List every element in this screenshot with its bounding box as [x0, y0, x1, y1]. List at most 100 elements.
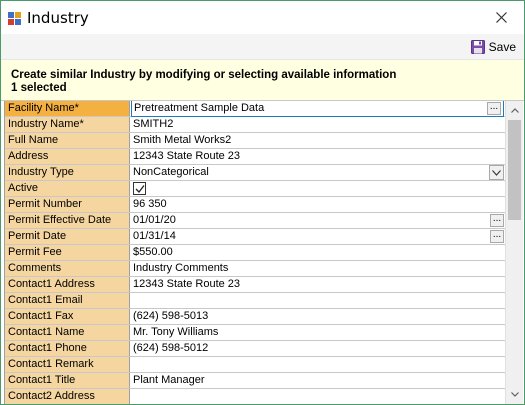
- chevron-down-icon: [492, 169, 501, 176]
- row-value-field[interactable]: [130, 389, 505, 404]
- scroll-up-button[interactable]: [506, 102, 524, 118]
- grid-row[interactable]: Contact1 Name Mr. Tony Williams: [5, 325, 505, 341]
- row-value-field[interactable]: [130, 357, 505, 372]
- grid-row[interactable]: Industry Name* SMITH2: [5, 117, 505, 133]
- row-label[interactable]: Contact1 Email: [5, 293, 130, 308]
- row-label[interactable]: Permit Number: [5, 197, 130, 212]
- toolbar: Save: [1, 34, 524, 59]
- scroll-thumb[interactable]: [508, 120, 521, 220]
- row-value-field[interactable]: Industry Comments: [130, 261, 505, 276]
- row-label[interactable]: Industry Type: [5, 165, 130, 180]
- grid-row[interactable]: Permit Date 01/31/14...: [5, 229, 505, 245]
- info-instruction: Create similar Industry by modifying or …: [11, 69, 397, 81]
- scroll-down-arrow-icon: [511, 391, 519, 397]
- row-value-text: 12343 State Route 23: [133, 278, 241, 290]
- save-disk-icon: [470, 39, 485, 54]
- row-value-text: 96 350: [133, 198, 167, 210]
- grid-row[interactable]: Contact1 Title Plant Manager: [5, 373, 505, 389]
- scroll-up-arrow-icon: [511, 107, 519, 113]
- row-value-field[interactable]: Smith Metal Works2: [130, 133, 505, 148]
- row-value-text: 12343 State Route 23: [133, 150, 241, 162]
- dropdown-button[interactable]: [489, 165, 504, 180]
- row-label[interactable]: Industry Name*: [5, 117, 130, 132]
- row-value-text: (624) 598-5012: [133, 342, 209, 354]
- save-label: Save: [488, 39, 516, 54]
- row-label[interactable]: Permit Date: [5, 229, 130, 244]
- row-value-text: (624) 598-5013: [133, 310, 209, 322]
- row-value-text: Industry Comments: [133, 262, 229, 274]
- row-value-text: Mr. Tony Williams: [133, 326, 219, 338]
- grid-row[interactable]: Contact1 Phone (624) 598-5012: [5, 341, 505, 357]
- ellipsis-icon: ...: [489, 101, 499, 112]
- grid-row[interactable]: Facility Name* Pretreatment Sample Data..…: [5, 101, 505, 117]
- row-value-field[interactable]: 01/31/14...: [130, 229, 505, 244]
- app-icon: [8, 12, 21, 25]
- row-label[interactable]: Contact2 Address: [5, 389, 130, 404]
- ellipsis-button[interactable]: ...: [487, 102, 501, 115]
- checkmark-icon: [135, 185, 145, 193]
- close-button[interactable]: [478, 1, 524, 33]
- row-value-text: Pretreatment Sample Data: [134, 102, 265, 114]
- row-value-text: $550.00: [133, 246, 173, 258]
- row-label[interactable]: Contact1 Name: [5, 325, 130, 340]
- row-value-field[interactable]: 12343 State Route 23: [130, 277, 505, 292]
- grid-row[interactable]: Contact2 Address: [5, 389, 505, 404]
- row-label[interactable]: Contact1 Fax: [5, 309, 130, 324]
- row-label[interactable]: Comments: [5, 261, 130, 276]
- row-value-text: 01/31/14: [133, 230, 176, 242]
- row-value-field[interactable]: [130, 181, 505, 196]
- row-value-text: Plant Manager: [133, 374, 205, 386]
- row-value-field[interactable]: 96 350: [130, 197, 505, 212]
- scroll-down-button[interactable]: [506, 386, 524, 402]
- row-value-field[interactable]: Pretreatment Sample Data...: [131, 101, 504, 117]
- grid-row[interactable]: Address 12343 State Route 23: [5, 149, 505, 165]
- row-label[interactable]: Contact1 Remark: [5, 357, 130, 372]
- row-label[interactable]: Contact1 Address: [5, 277, 130, 292]
- info-panel: Create similar Industry by modifying or …: [1, 59, 524, 101]
- window-title: Industry: [27, 9, 89, 27]
- active-checkbox[interactable]: [133, 182, 146, 195]
- grid-row[interactable]: Comments Industry Comments: [5, 261, 505, 277]
- grid-row[interactable]: Active: [5, 181, 505, 197]
- row-value-text: 01/01/20: [133, 214, 176, 226]
- save-button[interactable]: Save: [470, 37, 516, 56]
- row-value-field[interactable]: (624) 598-5013: [130, 309, 505, 324]
- title-bar[interactable]: Industry: [1, 1, 524, 34]
- row-value-field[interactable]: $550.00: [130, 245, 505, 260]
- ellipsis-icon: ...: [492, 229, 502, 240]
- ellipsis-button[interactable]: ...: [490, 230, 504, 243]
- row-value-text: NonCategorical: [133, 166, 209, 178]
- industry-dialog: Industry Save Create similar Industry by…: [0, 0, 525, 405]
- grid-row[interactable]: Industry Type NonCategorical: [5, 165, 505, 181]
- row-label[interactable]: Permit Effective Date: [5, 213, 130, 228]
- row-value-text: Smith Metal Works2: [133, 134, 232, 146]
- grid-row[interactable]: Permit Number 96 350: [5, 197, 505, 213]
- row-value-field[interactable]: Mr. Tony Williams: [130, 325, 505, 340]
- row-value-field[interactable]: NonCategorical: [130, 165, 505, 180]
- row-value-field[interactable]: (624) 598-5012: [130, 341, 505, 356]
- grid-row[interactable]: Full Name Smith Metal Works2: [5, 133, 505, 149]
- ellipsis-button[interactable]: ...: [490, 214, 504, 227]
- row-label[interactable]: Facility Name*: [5, 101, 130, 116]
- row-value-field[interactable]: [130, 293, 505, 308]
- row-value-field[interactable]: SMITH2: [130, 117, 505, 132]
- ellipsis-icon: ...: [492, 213, 502, 224]
- row-value-field[interactable]: 01/01/20...: [130, 213, 505, 228]
- grid-row[interactable]: Contact1 Remark: [5, 357, 505, 373]
- grid-row[interactable]: Contact1 Email: [5, 293, 505, 309]
- row-label[interactable]: Address: [5, 149, 130, 164]
- grid-row[interactable]: Permit Effective Date 01/01/20...: [5, 213, 505, 229]
- row-label[interactable]: Contact1 Phone: [5, 341, 130, 356]
- vertical-scrollbar[interactable]: [505, 101, 523, 404]
- row-value-field[interactable]: Plant Manager: [130, 373, 505, 388]
- row-label[interactable]: Full Name: [5, 133, 130, 148]
- grid-row[interactable]: Permit Fee $550.00: [5, 245, 505, 261]
- row-value-field[interactable]: 12343 State Route 23: [130, 149, 505, 164]
- grid-row[interactable]: Contact1 Fax (624) 598-5013: [5, 309, 505, 325]
- close-icon: [495, 11, 507, 23]
- grid-row[interactable]: Contact1 Address 12343 State Route 23: [5, 277, 505, 293]
- row-label[interactable]: Active: [5, 181, 130, 196]
- row-label[interactable]: Contact1 Title: [5, 373, 130, 388]
- row-label[interactable]: Permit Fee: [5, 245, 130, 260]
- row-value-text: SMITH2: [133, 118, 174, 130]
